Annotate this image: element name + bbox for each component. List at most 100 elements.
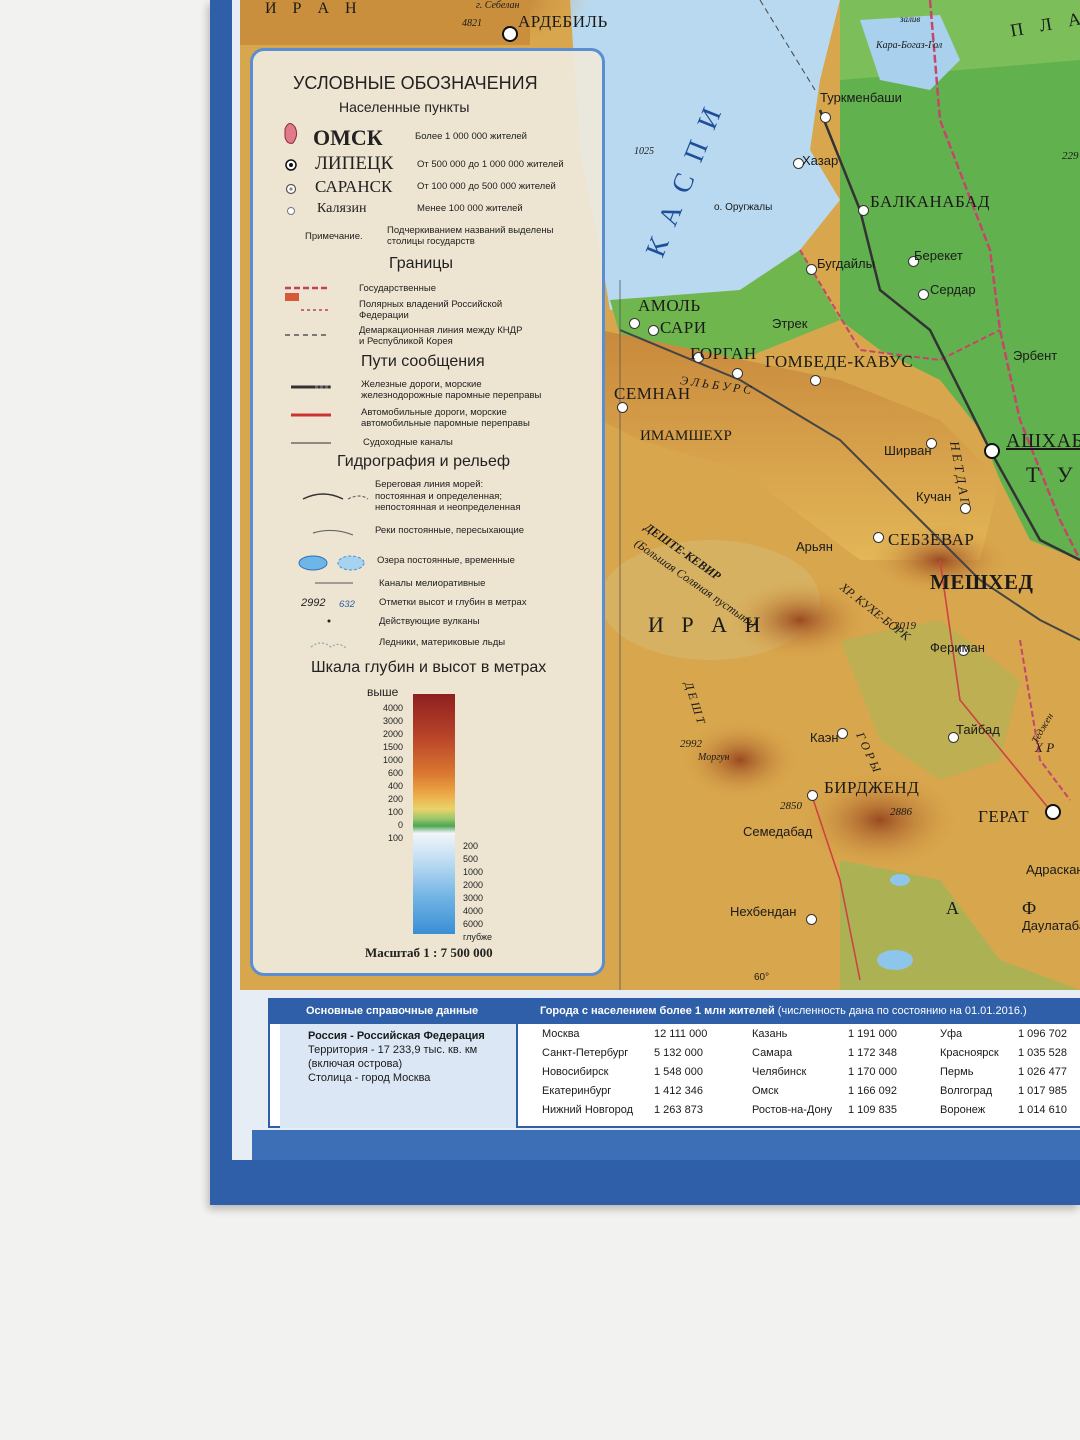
- scale-h-9: 0: [397, 820, 403, 830]
- table-pop: 1 096 702: [1018, 1028, 1067, 1040]
- city-dot-herat: [1045, 804, 1061, 820]
- legend-city-omsk-desc: Более 1 000 000 жителей: [415, 131, 527, 142]
- scale-h-7: 200: [387, 794, 403, 804]
- city-label-erbent: Эрбент: [1013, 348, 1058, 363]
- table-city: Воронеж: [940, 1104, 986, 1116]
- city-dot-ashgabat: [984, 443, 1000, 459]
- legend-hydro-1-l1: Береговая линия морей:: [375, 479, 484, 490]
- sebelan-label: г. Себелан: [476, 0, 520, 11]
- country-capital: Столица - город Москва: [308, 1072, 431, 1084]
- legend-route-2-l1: Автомобильные дороги, морские: [361, 407, 507, 418]
- legend-route-3: Судоходные каналы: [363, 437, 453, 448]
- city-label-adraskan: Адраскан: [1026, 862, 1080, 877]
- island-label: о. Оругжалы: [714, 202, 773, 213]
- table-city: Нижний Новгород: [542, 1104, 634, 1116]
- legend-hydro-5: Отметки высот и глубин в метрах: [379, 597, 527, 608]
- table-city: Ростов-на-Дону: [752, 1104, 833, 1116]
- reference-table-header: Основные справочные данные Города с насе…: [270, 1000, 1080, 1024]
- table-city: Казань: [752, 1028, 788, 1040]
- city-dot-nehbendan: [806, 914, 817, 925]
- scale-d-3: 2000: [463, 880, 484, 890]
- scale-h-6: 400: [387, 781, 403, 791]
- legend-scale-above: выше: [367, 685, 399, 699]
- city-label-kuchan: Кучан: [916, 489, 952, 504]
- table-pop: 1 412 346: [654, 1085, 703, 1097]
- city-label-imamshehr: ИМАМШЕХР: [640, 428, 732, 444]
- height-mark-1: 4821: [462, 18, 482, 29]
- city-dot-ardabil: [502, 26, 518, 42]
- legend-hydro-3: Озера постоянные, временные: [377, 555, 515, 566]
- legend-city-kalyazin: Калязин: [317, 201, 367, 216]
- table-pop: 1 109 835: [848, 1104, 897, 1116]
- table-pop: 1 035 528: [1018, 1047, 1067, 1059]
- table-separator: [516, 1000, 518, 1128]
- height-mark-4: 2886: [890, 806, 912, 818]
- reference-right-header-wrap: Города с населением более 1 млн жителей …: [540, 1005, 1027, 1017]
- scale-h-3: 1500: [382, 742, 403, 752]
- scale-d-2: 1000: [463, 867, 484, 877]
- scale-h-2: 2000: [382, 729, 403, 739]
- reference-right-header-note: (численность дана по состоянию на 01.01.…: [777, 1005, 1027, 1017]
- table-city: Омск: [752, 1085, 779, 1097]
- meridian-label: 60°: [754, 972, 770, 983]
- city-label-gombede: ГОМБЕДЕ-КАВУС: [765, 352, 914, 371]
- legend-border-1: Государственные: [359, 283, 437, 294]
- table-city: Уфа: [940, 1028, 963, 1040]
- reference-data-table: Основные справочные данные Города с насе…: [268, 998, 1080, 1128]
- legend-title: УСЛОВНЫЕ ОБОЗНАЧЕНИЯ: [293, 73, 538, 93]
- city-label-taibad: Тайбад: [956, 722, 1000, 737]
- table-city: Красноярск: [940, 1047, 999, 1059]
- city-label-gorgan: ГОРГАН: [690, 344, 757, 363]
- city-dot-serdar: [918, 289, 929, 300]
- legend-note-text-2: столицы государств: [387, 236, 475, 247]
- city-dot-sari: [648, 325, 659, 336]
- city-dot-gombede: [810, 375, 821, 386]
- table-pop: 1 166 092: [848, 1085, 897, 1097]
- table-pop: 12 111 000: [654, 1028, 708, 1040]
- city-dot-sebzevar: [873, 532, 884, 543]
- letter-a: А: [946, 898, 965, 918]
- legend-route-2-l2: автомобильные паромные переправы: [361, 418, 530, 429]
- legend-city-lipetsk-desc: От 500 000 до 1 000 000 жителей: [417, 159, 564, 170]
- city-label-amol: АМОЛЬ: [638, 296, 701, 315]
- scale-h-1: 3000: [382, 716, 403, 726]
- legend-hydro-1-l3: непостоянная и неопределенная: [375, 502, 521, 513]
- legend-hydro-7: Ледники, материковые льды: [379, 637, 506, 648]
- legend-route-1-l2: железнодорожные паромные переправы: [361, 390, 542, 401]
- scale-d-4: 3000: [463, 893, 484, 903]
- table-city: Челябинск: [752, 1066, 807, 1078]
- table-city: Новосибирск: [542, 1066, 609, 1078]
- table-pop: 1 026 477: [1018, 1066, 1067, 1078]
- legend-route-1-l1: Железные дороги, морские: [361, 379, 482, 390]
- city-label-nehbendan: Нехбендан: [730, 904, 797, 919]
- legend-hydro-2: Реки постоянные, пересыхающие: [375, 525, 525, 536]
- legend-scale-title: Шкала глубин и высот в метрах: [311, 659, 547, 676]
- legend-routes-title: Пути сообщения: [361, 353, 485, 370]
- scale-d-1: 500: [463, 854, 479, 864]
- city-label-bugdaily: Бугдайлы: [817, 256, 875, 271]
- height-depth-colorbar: [413, 694, 455, 934]
- table-city: Екатеринбург: [542, 1085, 612, 1097]
- reference-right-header: Города с населением более 1 млн жителей: [540, 1005, 775, 1017]
- legend-border-3-l2: и Республикой Корея: [359, 336, 453, 347]
- legend-city-saransk-desc: От 100 000 до 500 000 жителей: [417, 181, 556, 192]
- table-pop: 1 548 000: [654, 1066, 703, 1078]
- country-territory-1: Территория - 17 233,9 тыс. кв. км: [308, 1044, 478, 1056]
- legend-depth-mark: 632: [339, 599, 355, 610]
- table-pop: 1 014 610: [1018, 1104, 1067, 1116]
- reference-left-header: Основные справочные данные: [306, 1005, 479, 1017]
- city-label-balkanabad: БАЛКАНАБАД: [870, 192, 990, 211]
- legend-border-2-l1: Полярных владений Российской: [359, 299, 503, 310]
- legend-hydro-title: Гидрография и рельеф: [337, 453, 511, 470]
- height-mark-2: 2992: [680, 738, 702, 750]
- city-label-shirvan: Ширван: [884, 443, 932, 458]
- scale-d-0: 200: [463, 841, 479, 851]
- city-label-aryan: Арьян: [796, 539, 833, 554]
- city-label-sari: САРИ: [660, 318, 707, 337]
- city-dot-balkanabad: [858, 205, 869, 216]
- city-dot-gonbad: [732, 368, 743, 379]
- scale-h-4: 1000: [382, 755, 403, 765]
- legend-hydro-4: Каналы мелиоративные: [379, 578, 486, 589]
- city-dot-birdjend: [807, 790, 818, 801]
- city-label-herat: ГЕРАТ: [978, 807, 1030, 826]
